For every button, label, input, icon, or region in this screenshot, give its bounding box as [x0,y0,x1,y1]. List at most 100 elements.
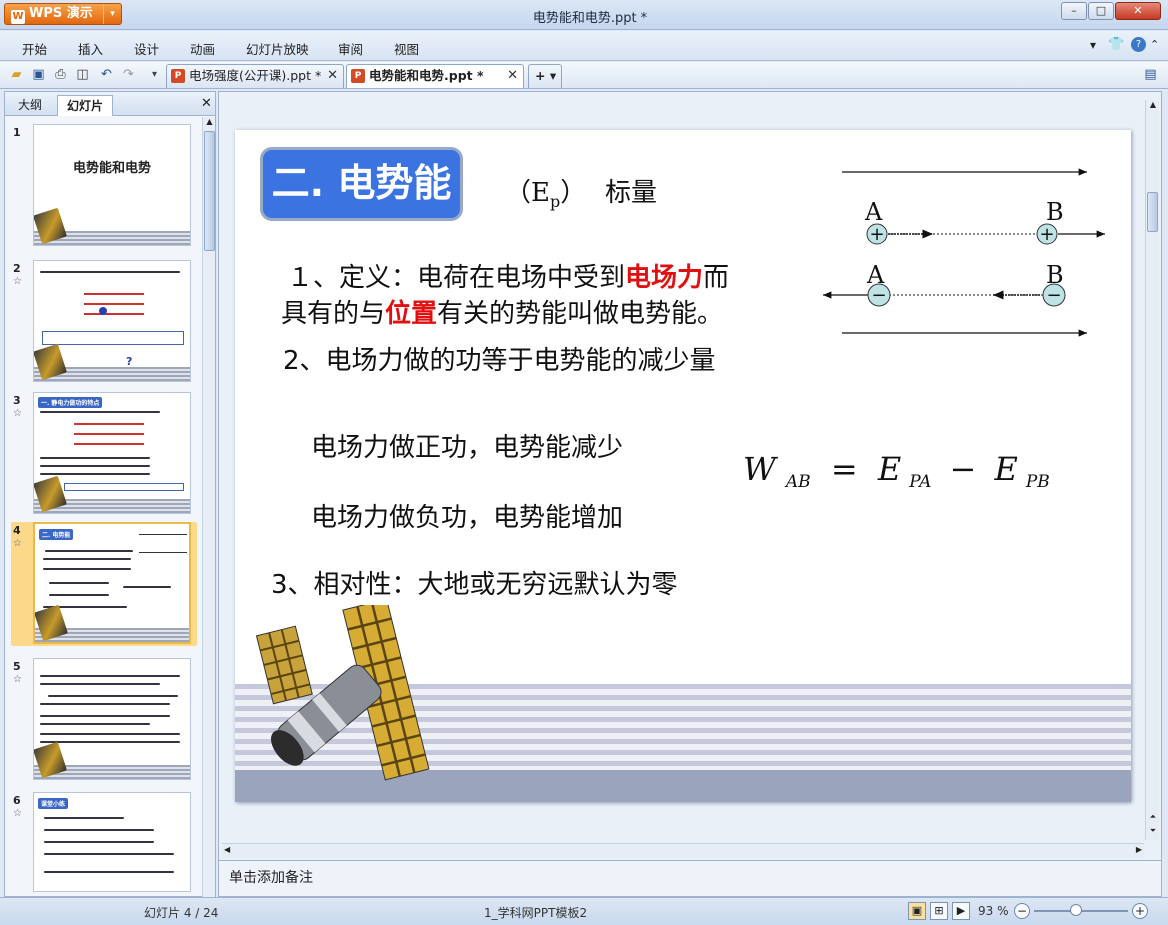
slide-sorter-icon[interactable]: ⊞ [930,902,948,920]
zoom-out-icon[interactable]: − [1014,903,1030,919]
next-slide-icon[interactable]: ⏷ [1147,826,1159,836]
shirt-icon[interactable]: 👕 [1108,37,1124,52]
formula-equals: = [830,450,858,488]
print-preview-icon[interactable]: ◫ [74,66,91,83]
close-tab-icon[interactable]: ✕ [327,65,338,87]
open-icon[interactable]: ▰ [8,66,25,83]
slide-thumb-4-selected[interactable]: 4 ☆ 二. 电势能 [11,522,197,646]
slide-position: 幻灯片 4 / 24 [144,906,219,920]
point-b-label: B [1046,261,1064,289]
window-layout-icon[interactable]: ▤ [1142,66,1159,83]
wps-logo-icon: W [11,10,25,24]
tab-slides[interactable]: 幻灯片 [57,95,114,116]
title-bar: W WPS 演示 ▾ 电势能和电势.ppt * – □ ✕ [0,0,1168,30]
current-slide[interactable]: 二. 电势能 （Ep） 标量 １、定义：电荷在电场中受到电场力而 具有的与位置有… [235,130,1131,802]
undo-icon[interactable]: ↶ [98,66,115,83]
maximize-button[interactable]: □ [1088,2,1114,20]
customize-toolbar-icon[interactable]: ▾ [146,66,163,83]
wps-menu-label: WPS 演示 [29,6,93,21]
tab-document-2[interactable]: P 电势能和电势.ppt * ✕ [346,64,524,88]
slide-thumb-title: 一. 静电力做功的特点 [38,397,103,408]
satellite-image [255,605,430,781]
menu-home[interactable]: 开始 [22,39,47,58]
menu-animation[interactable]: 动画 [190,39,215,58]
formula-e1-sub: PA [909,472,932,493]
tab-outline[interactable]: 大纲 [9,95,51,116]
editor-vertical-scrollbar[interactable]: ▲ ⏶ ⏷ [1145,100,1159,840]
point-a-label: A [864,198,883,226]
tab-document-1[interactable]: P 电场强度(公开课).ppt * ✕ [166,64,344,88]
scroll-up-icon[interactable]: ▲ [1147,100,1159,109]
help-icon[interactable]: ? [1131,37,1146,52]
energy-formula: W AB = E PA − E PB [743,450,1050,492]
point-b-label: B [1046,198,1064,226]
zoom-in-icon[interactable]: + [1132,903,1148,919]
wps-presentation-window: W WPS 演示 ▾ 电势能和电势.ppt * – □ ✕ 开始 插入 设计 动画… [0,0,1168,925]
scroll-left-icon[interactable]: ◀ [224,845,230,854]
formula-minus: − [949,450,977,488]
wps-menu-button[interactable]: W WPS 演示 ▾ [4,3,122,25]
editor-horizontal-scrollbar[interactable]: ◀ ▶ [222,843,1144,858]
print-icon[interactable]: ⎙ [52,66,69,83]
formula-e2-sub: PB [1025,472,1050,493]
menu-design[interactable]: 设计 [134,39,159,58]
close-tab-icon[interactable]: ✕ [507,65,518,87]
menu-insert[interactable]: 插入 [78,39,103,58]
menu-review[interactable]: 审阅 [338,39,363,58]
close-panel-icon[interactable]: ✕ [201,96,212,111]
scroll-up-icon[interactable]: ▲ [204,117,215,129]
slide-number: 6 [13,794,21,807]
formula-w: W [743,450,776,488]
scroll-right-icon[interactable]: ▶ [1136,845,1142,854]
star-icon: ☆ [13,674,22,685]
template-name: 1_学科网PPT模板2 [484,906,588,920]
chevron-down-icon[interactable]: ▾ [1090,38,1096,52]
ep-close: ） [560,178,587,208]
close-button[interactable]: ✕ [1115,2,1161,20]
definition-line-1: １、定义：电荷在电场中受到电场力而 [287,257,729,294]
status-bar: 幻灯片 4 / 24 1_学科网PPT模板2 ▣ ⊞ ▶ 93 % − + [0,897,1168,925]
positive-work-line: 电场力做正功，电势能减少 [311,433,624,463]
redo-icon[interactable]: ↷ [120,66,137,83]
slideshow-icon[interactable]: ▶ [952,902,970,920]
minimize-button[interactable]: – [1061,2,1087,20]
slide-thumb-5[interactable]: 5 ☆ [11,658,197,782]
ep-open: （E [505,178,550,208]
panel-tabs: 大纲 幻灯片 ✕ [5,92,215,116]
menu-view[interactable]: 视图 [394,39,419,58]
point-a-label: A [866,261,885,289]
relativity-line: 3、相对性：大地或无穷远默认为零 [271,570,678,600]
formula-w-sub: AB [785,472,811,493]
slide-number: 2 [13,262,21,275]
slides-panel: 大纲 幻灯片 ✕ 1 电势能和电势 2 ☆ ? 3 ☆ 一. 静电力做功的特点 … [4,91,216,897]
slide-thumb-2[interactable]: 2 ☆ ? [11,260,197,384]
ppt-file-icon: P [171,69,185,83]
chevron-up-icon[interactable]: ⌃ [1150,38,1159,51]
ppt-file-icon: P [351,69,365,83]
zoom-slider-handle[interactable] [1070,904,1082,916]
slide-number: 5 [13,660,21,673]
save-icon[interactable]: ▣ [30,66,47,83]
plus-sign: + [869,224,884,245]
def-highlight: 电场力 [625,263,704,293]
slide-number: 4 [13,524,21,537]
new-tab-button[interactable]: + ▾ [528,64,562,88]
slide-thumb-3[interactable]: 3 ☆ 一. 静电力做功的特点 [11,392,197,516]
ep-sub: p [549,192,561,212]
tab-label: 电场强度(公开课).ppt * [189,68,322,83]
work-energy-line: 2、电场力做的功等于电势能的减少量 [283,346,716,376]
normal-view-icon[interactable]: ▣ [908,902,926,920]
scroll-thumb[interactable] [1147,192,1158,232]
tab-label: 电势能和电势.ppt * [369,68,484,83]
section-title-box: 二. 电势能 [260,147,463,221]
negative-work-line: 电场力做负功，电势能增加 [311,503,624,533]
def-text: 而 [703,263,730,293]
thumbnail-scrollbar[interactable]: ▲ [202,117,215,897]
notes-pane[interactable]: 单击添加备注 [219,860,1161,896]
scroll-thumb[interactable] [204,131,215,251]
slide-thumb-1[interactable]: 1 电势能和电势 [11,124,197,248]
menu-slideshow[interactable]: 幻灯片放映 [246,39,309,58]
previous-slide-icon[interactable]: ⏶ [1147,812,1159,822]
scalar-label: 标量 [605,178,658,208]
formula-e1: E [877,450,902,488]
